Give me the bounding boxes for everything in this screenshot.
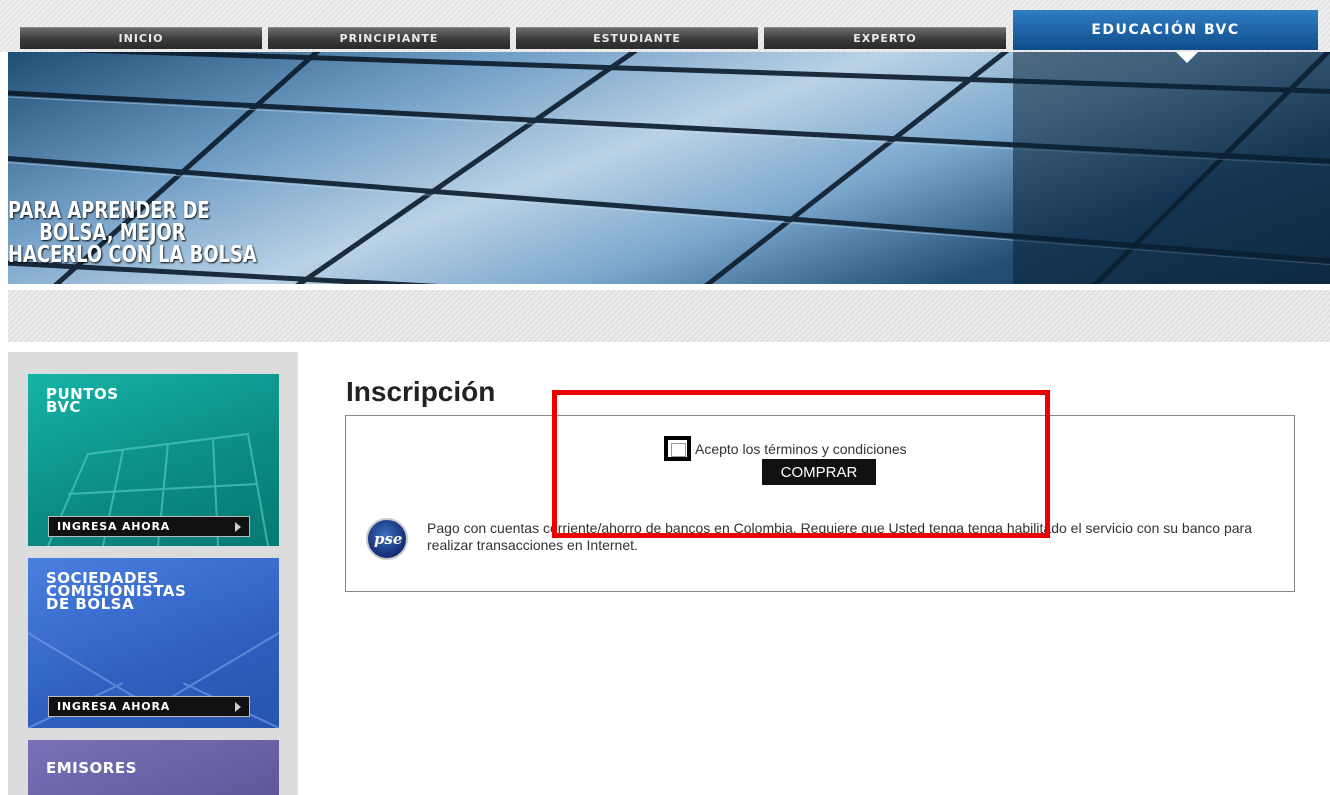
banner-slogan: PARA APRENDER DE BOLSA, MEJOR HACERLO CO…: [8, 198, 257, 268]
comprar-button[interactable]: COMPRAR: [762, 459, 876, 485]
slogan-line: HACERLO CON LA BOLSA: [8, 242, 257, 268]
ingresa-ahora-button[interactable]: INGRESA AHORA: [48, 516, 250, 537]
promo-puntos-bvc[interactable]: PUNTOS BVC INGRESA AHORA: [28, 374, 279, 546]
tab-estudiante[interactable]: ESTUDIANTE: [516, 27, 758, 49]
terms-row: Acepto los términos y condiciones: [664, 436, 907, 461]
button-label: INGRESA AHORA: [57, 700, 171, 713]
tab-principiante[interactable]: PRINCIPIANTE: [268, 27, 510, 49]
hero-banner: PARA APRENDER DE BOLSA, MEJOR HACERLO CO…: [8, 52, 1330, 284]
banner-shade: [1013, 52, 1330, 284]
top-nav: INICIO PRINCIPIANTE ESTUDIANTE EXPERTO E…: [0, 0, 1330, 52]
tab-experto[interactable]: EXPERTO: [764, 27, 1006, 49]
pse-logo: pse: [366, 518, 408, 560]
pse-description: Pago con cuentas corriente/ahorro de ban…: [427, 520, 1252, 553]
promo-title: EMISORES: [46, 759, 137, 777]
slogan-line: PARA APRENDER DE: [8, 198, 210, 224]
tab-educacion-bvc[interactable]: EDUCACIÓN BVC: [1013, 10, 1318, 50]
page-title: Inscripción: [346, 376, 496, 407]
terms-label: Acepto los términos y condiciones: [695, 440, 907, 457]
arrow-right-icon: [235, 702, 241, 712]
promo-title: SOCIEDADES COMISIONISTAS DE BOLSA: [46, 571, 186, 612]
arrow-right-icon: [235, 522, 241, 532]
tab-inicio[interactable]: INICIO: [20, 27, 262, 49]
promo-title-line: EMISORES: [46, 759, 137, 777]
promo-title: PUNTOS BVC: [46, 387, 119, 415]
decorative-band: [8, 290, 1330, 342]
terms-checkbox[interactable]: [664, 436, 691, 461]
pse-logo-text: pse: [374, 530, 403, 548]
purchase-panel: Acepto los términos y condiciones COMPRA…: [345, 415, 1295, 592]
active-tab-caret: [1176, 52, 1198, 63]
sidebar: PUNTOS BVC INGRESA AHORA SOCIEDADES COMI…: [8, 352, 298, 795]
promo-sociedades-comisionistas[interactable]: SOCIEDADES COMISIONISTAS DE BOLSA INGRES…: [28, 558, 279, 728]
slogan-line: BOLSA, MEJOR: [39, 220, 186, 246]
button-label: INGRESA AHORA: [57, 520, 171, 533]
promo-emisores[interactable]: EMISORES: [28, 740, 279, 795]
ingresa-ahora-button[interactable]: INGRESA AHORA: [48, 696, 250, 717]
